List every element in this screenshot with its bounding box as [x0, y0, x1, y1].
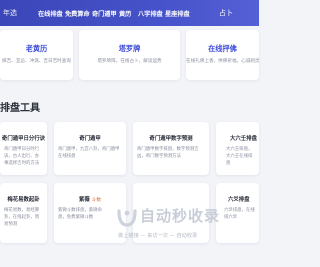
watermark-title: 自动秒收录 — [140, 207, 221, 225]
tool-title: 奇门遁甲日分行诀 — [1, 136, 46, 142]
nav-item-qimen[interactable]: 奇门遁甲 — [92, 9, 117, 18]
tool-card[interactable]: 六爻排盘 六爻排盘，在线排六爻 — [216, 183, 259, 243]
tool-card[interactable]: 奇门遁甲数字预测 奇门遁甲数字排盘，数字预测吉凶，奇门数字预测方法 — [133, 122, 209, 175]
tool-badge: 斗数 — [91, 198, 101, 203]
nav-item-online-chart[interactable]: 在线排盘 — [38, 9, 63, 18]
tool-title: 梅花易数起卦 — [7, 197, 40, 203]
tool-desc: 梅花易数，易经算卦，在线起卦，周易预测 — [4, 208, 40, 227]
tool-desc: 六爻排盘，在线排六爻 — [224, 208, 255, 220]
tool-card[interactable]: 梅花易数起卦 梅花易数，易经算卦，在线起卦，周易预测 — [0, 183, 47, 243]
feature-title: 在线抨佛 — [208, 44, 237, 53]
tool-title: 奇门遁甲数字预测 — [149, 136, 193, 142]
feature-title: 塔罗牌 — [118, 44, 141, 53]
tool-title: 大六壬排盘 — [230, 136, 257, 142]
tool-title: 紫薇 斗数 — [54, 195, 126, 203]
nav-item-constellation[interactable]: 星座排盘 — [165, 9, 190, 18]
nav-item-bazi[interactable]: 八字排盘 — [138, 9, 163, 18]
tool-card[interactable]: 大六壬排盘 大六壬排盘，大六壬在线排盘 — [216, 122, 259, 175]
section-title: 排盘工具 — [0, 103, 40, 114]
tool-card[interactable]: 奇门遁甲日分行诀 奇门遁甲日分时行诀，古人出行、办事选择吉时的方法 — [0, 122, 47, 175]
feature-card-buddha[interactable]: 在线抨佛 在线礼佛上香，供佛祈福，心诚则灵 — [186, 30, 260, 80]
watermark-logo-icon — [117, 209, 137, 227]
tool-desc: 紫微斗数排盘，紫微命盘，免费紫微斗数 — [58, 208, 102, 220]
feature-desc: 择吉、宜忌、冲煞、吉日吉时查询 — [2, 59, 71, 64]
watermark-subtitle: 做上链接 — 来访一次 — 自动收录 — [118, 233, 198, 239]
tool-title: 奇门遁甲 — [79, 136, 101, 142]
tool-title-text: 紫薇 — [79, 197, 90, 203]
tool-desc: 大六壬排盘，大六壬在线排盘 — [226, 147, 253, 166]
feature-card-tarot[interactable]: 塔罗牌 塔罗牌阵，在线占卜，解读运势 — [79, 30, 180, 80]
feature-card-almanac[interactable]: 老黄历 择吉、宜忌、冲煞、吉日吉时查询 — [0, 30, 73, 80]
nav-item-free-fortune[interactable]: 免费算命 — [65, 9, 90, 18]
tool-desc: 奇门遁甲数字排盘，数字预测吉凶，奇门数字预测方法 — [137, 147, 199, 159]
tool-card[interactable]: 奇门遁甲 奇门遁甲，九宫八卦，奇门遁甲在线排盘 — [54, 122, 126, 175]
tool-title: 六爻排盘 — [228, 197, 250, 203]
tool-desc: 奇门遁甲日分时行诀，古人出行、办事选择吉时的方法 — [4, 147, 40, 166]
top-navbar: 年选 在线排盘 免费算命 奇门遁甲 黄历 八字排盘 星座排盘 占卜 — [0, 0, 259, 26]
feature-desc: 在线礼佛上香，供佛祈福，心诚则灵 — [186, 59, 260, 64]
feature-desc: 塔罗牌阵，在线占卜，解读运势 — [97, 59, 162, 64]
nav-item-almanac[interactable]: 黄历 — [119, 9, 131, 18]
feature-title: 老黄历 — [25, 44, 48, 53]
tool-desc: 奇门遁甲，九宫八卦，奇门遁甲在线排盘 — [58, 147, 120, 159]
brand-logo[interactable]: 年选 — [3, 8, 17, 18]
nav-item-more[interactable]: 占卜 — [219, 8, 233, 18]
